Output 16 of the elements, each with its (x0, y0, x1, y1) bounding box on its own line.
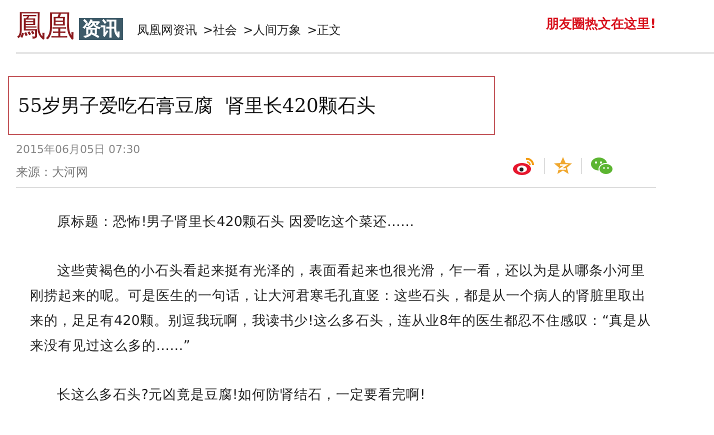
article-title: 55岁男子爱吃石膏豆腐 肾里长420颗石头 (18, 94, 376, 118)
article-source: 来源：大河网 (16, 164, 88, 181)
paragraph: 这些黄褐色的小石头看起来挺有光泽的，表面看起来也很光滑，乍一看，还以为是从哪条小河里刚捞起来的呢。可是医生的一句话，让大河君寒毛孔直竖：这些石头，都是从一个病人的肾脏里取出来的，足足有420颗。别逗我玩啊，我读书少!这么多石头，连从业8年的医生都忍不住感叹：“真是从来没有见过这么多的……” (30, 262, 652, 356)
publish-date: 2015年06月05日 07:30 (16, 142, 142, 157)
paragraph: 长这么多石头?元凶竟是豆腐!如何防肾结石，一定要看完啊! (56, 386, 426, 405)
breadcrumb-link[interactable]: >社会 (203, 22, 238, 38)
share-weibo-icon[interactable] (512, 156, 536, 176)
paragraph: 原标题：恐怖!男子肾里长420颗石头 因爱吃这个菜还…… (56, 213, 416, 232)
site-logo[interactable]: 鳳凰 (16, 9, 74, 45)
share-wechat-icon[interactable] (590, 156, 614, 176)
breadcrumb-link[interactable]: >人间万象 (243, 22, 302, 38)
share-star-icon[interactable] (553, 156, 573, 176)
breadcrumb-link[interactable]: 凤凰网资讯 (137, 22, 197, 38)
breadcrumb-link[interactable]: >正文 (307, 22, 342, 38)
promo-link[interactable]: 朋友圈热文在这里! (546, 15, 656, 33)
channel-logo[interactable]: 资讯 (79, 18, 123, 40)
